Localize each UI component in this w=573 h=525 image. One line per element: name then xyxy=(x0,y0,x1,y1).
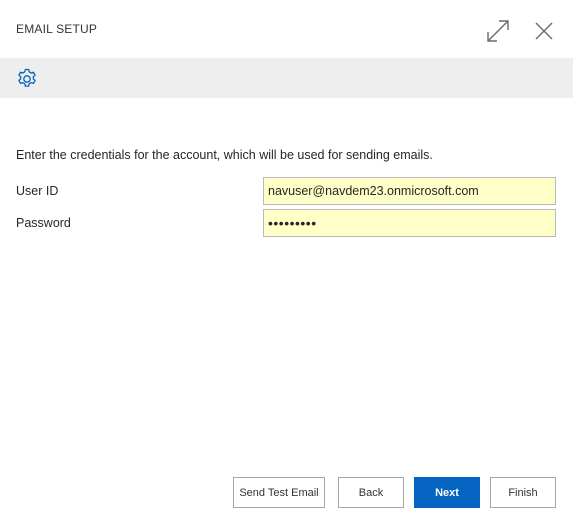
back-button[interactable]: Back xyxy=(338,477,404,508)
finish-button[interactable]: Finish xyxy=(490,477,556,508)
email-setup-dialog: EMAIL SETUP Enter the credentials for th… xyxy=(0,0,573,525)
user-id-input[interactable] xyxy=(263,177,556,205)
action-bar xyxy=(0,58,573,98)
instructions-text: Enter the credentials for the account, w… xyxy=(16,148,433,162)
password-label: Password xyxy=(16,216,71,230)
expand-button[interactable] xyxy=(484,17,512,45)
settings-button[interactable] xyxy=(14,66,40,92)
password-input[interactable] xyxy=(263,209,556,237)
close-icon xyxy=(535,22,553,40)
user-id-label: User ID xyxy=(16,184,59,198)
gear-icon xyxy=(18,68,36,87)
close-button[interactable] xyxy=(530,17,558,45)
expand-icon xyxy=(487,20,509,42)
dialog-titlebar: EMAIL SETUP xyxy=(0,0,573,58)
dialog-title: EMAIL SETUP xyxy=(16,22,98,36)
next-button[interactable]: Next xyxy=(414,477,480,508)
send-test-email-button[interactable]: Send Test Email xyxy=(233,477,325,508)
